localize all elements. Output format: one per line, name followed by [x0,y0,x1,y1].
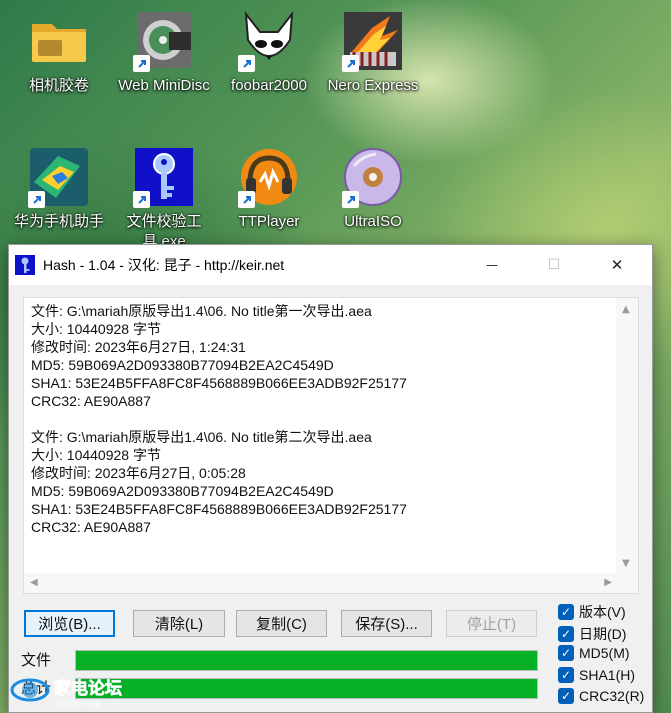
title-bar[interactable]: Hash - 1.04 - 汉化: 昆子 - http://keir.net —… [9,245,652,285]
svg-text:JDBBS.COM: JDBBS.COM [55,700,102,709]
shortcut-arrow-icon [133,55,150,72]
result-line: 文件: G:\mariah原版导出1.4\06. No title第二次导出.a… [31,429,372,445]
desktop-icon-label: foobar2000 [231,77,307,94]
total-progress-bar [75,678,538,699]
desktop-icon-web-minidisc[interactable]: Web MiniDisc [109,10,219,96]
desktop-icon-nero-express[interactable]: Nero Express [318,10,428,96]
copy-button-label: 复制(C) [256,616,307,633]
minimize-icon: — [486,258,498,272]
minidisc-icon [133,10,195,72]
result-line: MD5: 59B069A2D093380B77094B2EA2C4549D [31,357,334,373]
desktop-icon-label: 相机胶卷 [28,77,89,94]
option-label: CRC32(R) [579,688,645,704]
desktop-icon-label: Nero Express [327,77,419,94]
results-textbox[interactable]: 文件: G:\mariah原版导出1.4\06. No title第一次导出.a… [23,297,639,594]
option-label: MD5(M) [579,645,630,661]
stop-button[interactable]: 停止(T) [446,610,537,637]
nero-express-icon [342,10,404,72]
shortcut-arrow-icon [342,191,359,208]
close-button[interactable]: ✕ [586,245,648,285]
shortcut-arrow-icon [238,191,255,208]
option-label: 版本(V) [579,604,626,620]
file-progress-fill [76,651,537,670]
desktop-icon-camera-roll[interactable]: 相机胶卷 [4,10,114,96]
results-text: 文件: G:\mariah原版导出1.4\06. No title第一次导出.a… [31,302,616,570]
vertical-scrollbar[interactable]: ▲ ▼ [616,298,638,575]
result-line: 大小: 10440928 字节 [31,321,161,337]
scrollbar-corner [616,573,638,593]
option-sha1-checkbox[interactable]: ✓ SHA1(H) [558,667,635,683]
maximize-button[interactable]: ☐ [523,245,585,285]
result-line: 文件: G:\mariah原版导出1.4\06. No title第一次导出.a… [31,303,372,319]
desktop-icon-label: Web MiniDisc [118,77,210,94]
result-line: CRC32: AE90A887 [31,519,151,535]
svg-text:家电论坛: 家电论坛 [54,678,122,699]
checkmark-icon: ✓ [558,604,574,620]
option-version-checkbox[interactable]: ✓ 版本(V) [558,602,626,622]
option-crc32-checkbox[interactable]: ✓ CRC32(R) [558,688,644,704]
desktop-icon-foobar2000[interactable]: foobar2000 [214,10,324,96]
horizontal-scrollbar[interactable]: ◀ ▶ [24,573,618,593]
save-button-label: 保存(S)... [355,616,418,633]
result-line: 修改时间: 2023年6月27日, 1:24:31 [31,339,246,355]
checkmark-icon: ✓ [558,688,574,704]
option-label: SHA1(H) [579,667,636,683]
scroll-down-icon[interactable]: ▼ [622,558,630,569]
shortcut-arrow-icon [342,55,359,72]
result-line [31,410,616,428]
stop-button-label: 停止(T) [466,616,517,633]
result-line: 大小: 10440928 字节 [31,447,161,463]
huawei-assistant-icon [28,146,90,208]
desktop-icon-label: 华为手机助手 [13,213,104,230]
option-date-checkbox[interactable]: ✓ 日期(D) [558,624,626,644]
desktop-icon-label: UltraISO [344,213,402,230]
desktop-icon-ttplayer[interactable]: TTPlayer [214,146,324,232]
checkmark-icon: ✓ [558,626,574,642]
key-icon [15,255,35,275]
file-progress-bar [75,650,538,671]
result-line: MD5: 59B069A2D093380B77094B2EA2C4549D [31,483,334,499]
browse-button-label: 浏览(B)... [38,616,101,633]
result-line: SHA1: 53E24B5FFA8FC8F4568889B066EE3ADB92… [31,375,407,391]
desktop-icon-ultraiso[interactable]: UltraISO [318,146,428,232]
option-md5-checkbox[interactable]: ✓ MD5(M) [558,645,630,661]
option-label: 日期(D) [579,626,627,642]
save-button[interactable]: 保存(S)... [341,610,432,637]
hash-window: Hash - 1.04 - 汉化: 昆子 - http://keir.net —… [8,244,653,713]
clear-button-label: 清除(L) [154,616,204,633]
ttplayer-headphones-icon [238,146,300,208]
browse-button[interactable]: 浏览(B)... [24,610,115,637]
desktop-icon-hash-tool[interactable]: 文件校验工具.exe [109,146,219,252]
scroll-left-icon[interactable]: ◀ [30,577,38,588]
result-line: 修改时间: 2023年6月27日, 0:05:28 [31,465,246,481]
result-line: SHA1: 53E24B5FFA8FC8F4568889B066EE3ADB92… [31,501,407,517]
copy-button[interactable]: 复制(C) [236,610,327,637]
close-icon: ✕ [610,256,624,274]
maximize-icon: ☐ [547,257,561,273]
shortcut-arrow-icon [28,191,45,208]
shortcut-arrow-icon [133,191,150,208]
shortcut-arrow-icon [238,55,255,72]
total-progress-fill [76,679,537,698]
result-line: CRC32: AE90A887 [31,393,151,409]
scroll-up-icon[interactable]: ▲ [622,304,630,315]
desktop-icon-label: TTPlayer [238,213,300,230]
scroll-right-icon[interactable]: ▶ [604,577,612,588]
clear-button[interactable]: 清除(L) [133,610,225,637]
folder-icon [28,10,90,72]
minimize-button[interactable]: — [461,245,523,285]
jdbbs-watermark-logo: 家电论坛 JDBBS.COM [10,674,140,710]
checkmark-icon: ✓ [558,667,574,683]
foobar-fox-icon [238,10,300,72]
ultraiso-disc-icon [342,146,404,208]
file-progress-label: 文件 [21,652,52,669]
checkmark-icon: ✓ [558,645,574,661]
key-icon [133,146,195,208]
desktop-icon-huawei-assistant[interactable]: 华为手机助手 [4,146,114,232]
window-title: Hash - 1.04 - 汉化: 昆子 - http://keir.net [43,257,285,273]
